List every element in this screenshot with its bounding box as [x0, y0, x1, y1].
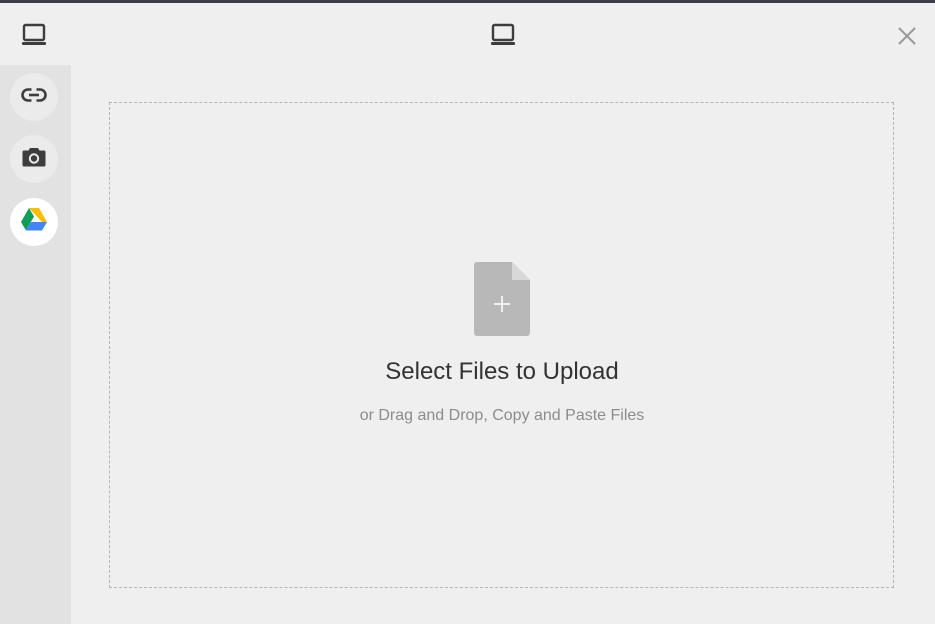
camera-icon: [19, 142, 49, 177]
google-drive-icon: [20, 207, 48, 238]
dropzone-subtitle: or Drag and Drop, Copy and Paste Files: [359, 407, 645, 424]
dropzone-title[interactable]: Select Files to Upload: [0, 358, 935, 386]
file-dropzone[interactable]: [109, 102, 894, 588]
upload-dialog-header: [0, 3, 935, 65]
laptop-icon[interactable]: [20, 21, 48, 49]
laptop-icon: [489, 21, 517, 49]
camera-source-button[interactable]: [10, 135, 58, 183]
google-drive-source-button[interactable]: [10, 198, 58, 246]
file-plus-icon[interactable]: [474, 262, 530, 336]
link-source-button[interactable]: [10, 73, 58, 121]
link-icon: [19, 80, 49, 115]
close-icon[interactable]: [893, 22, 921, 50]
upload-source-sidebar: [0, 65, 71, 624]
